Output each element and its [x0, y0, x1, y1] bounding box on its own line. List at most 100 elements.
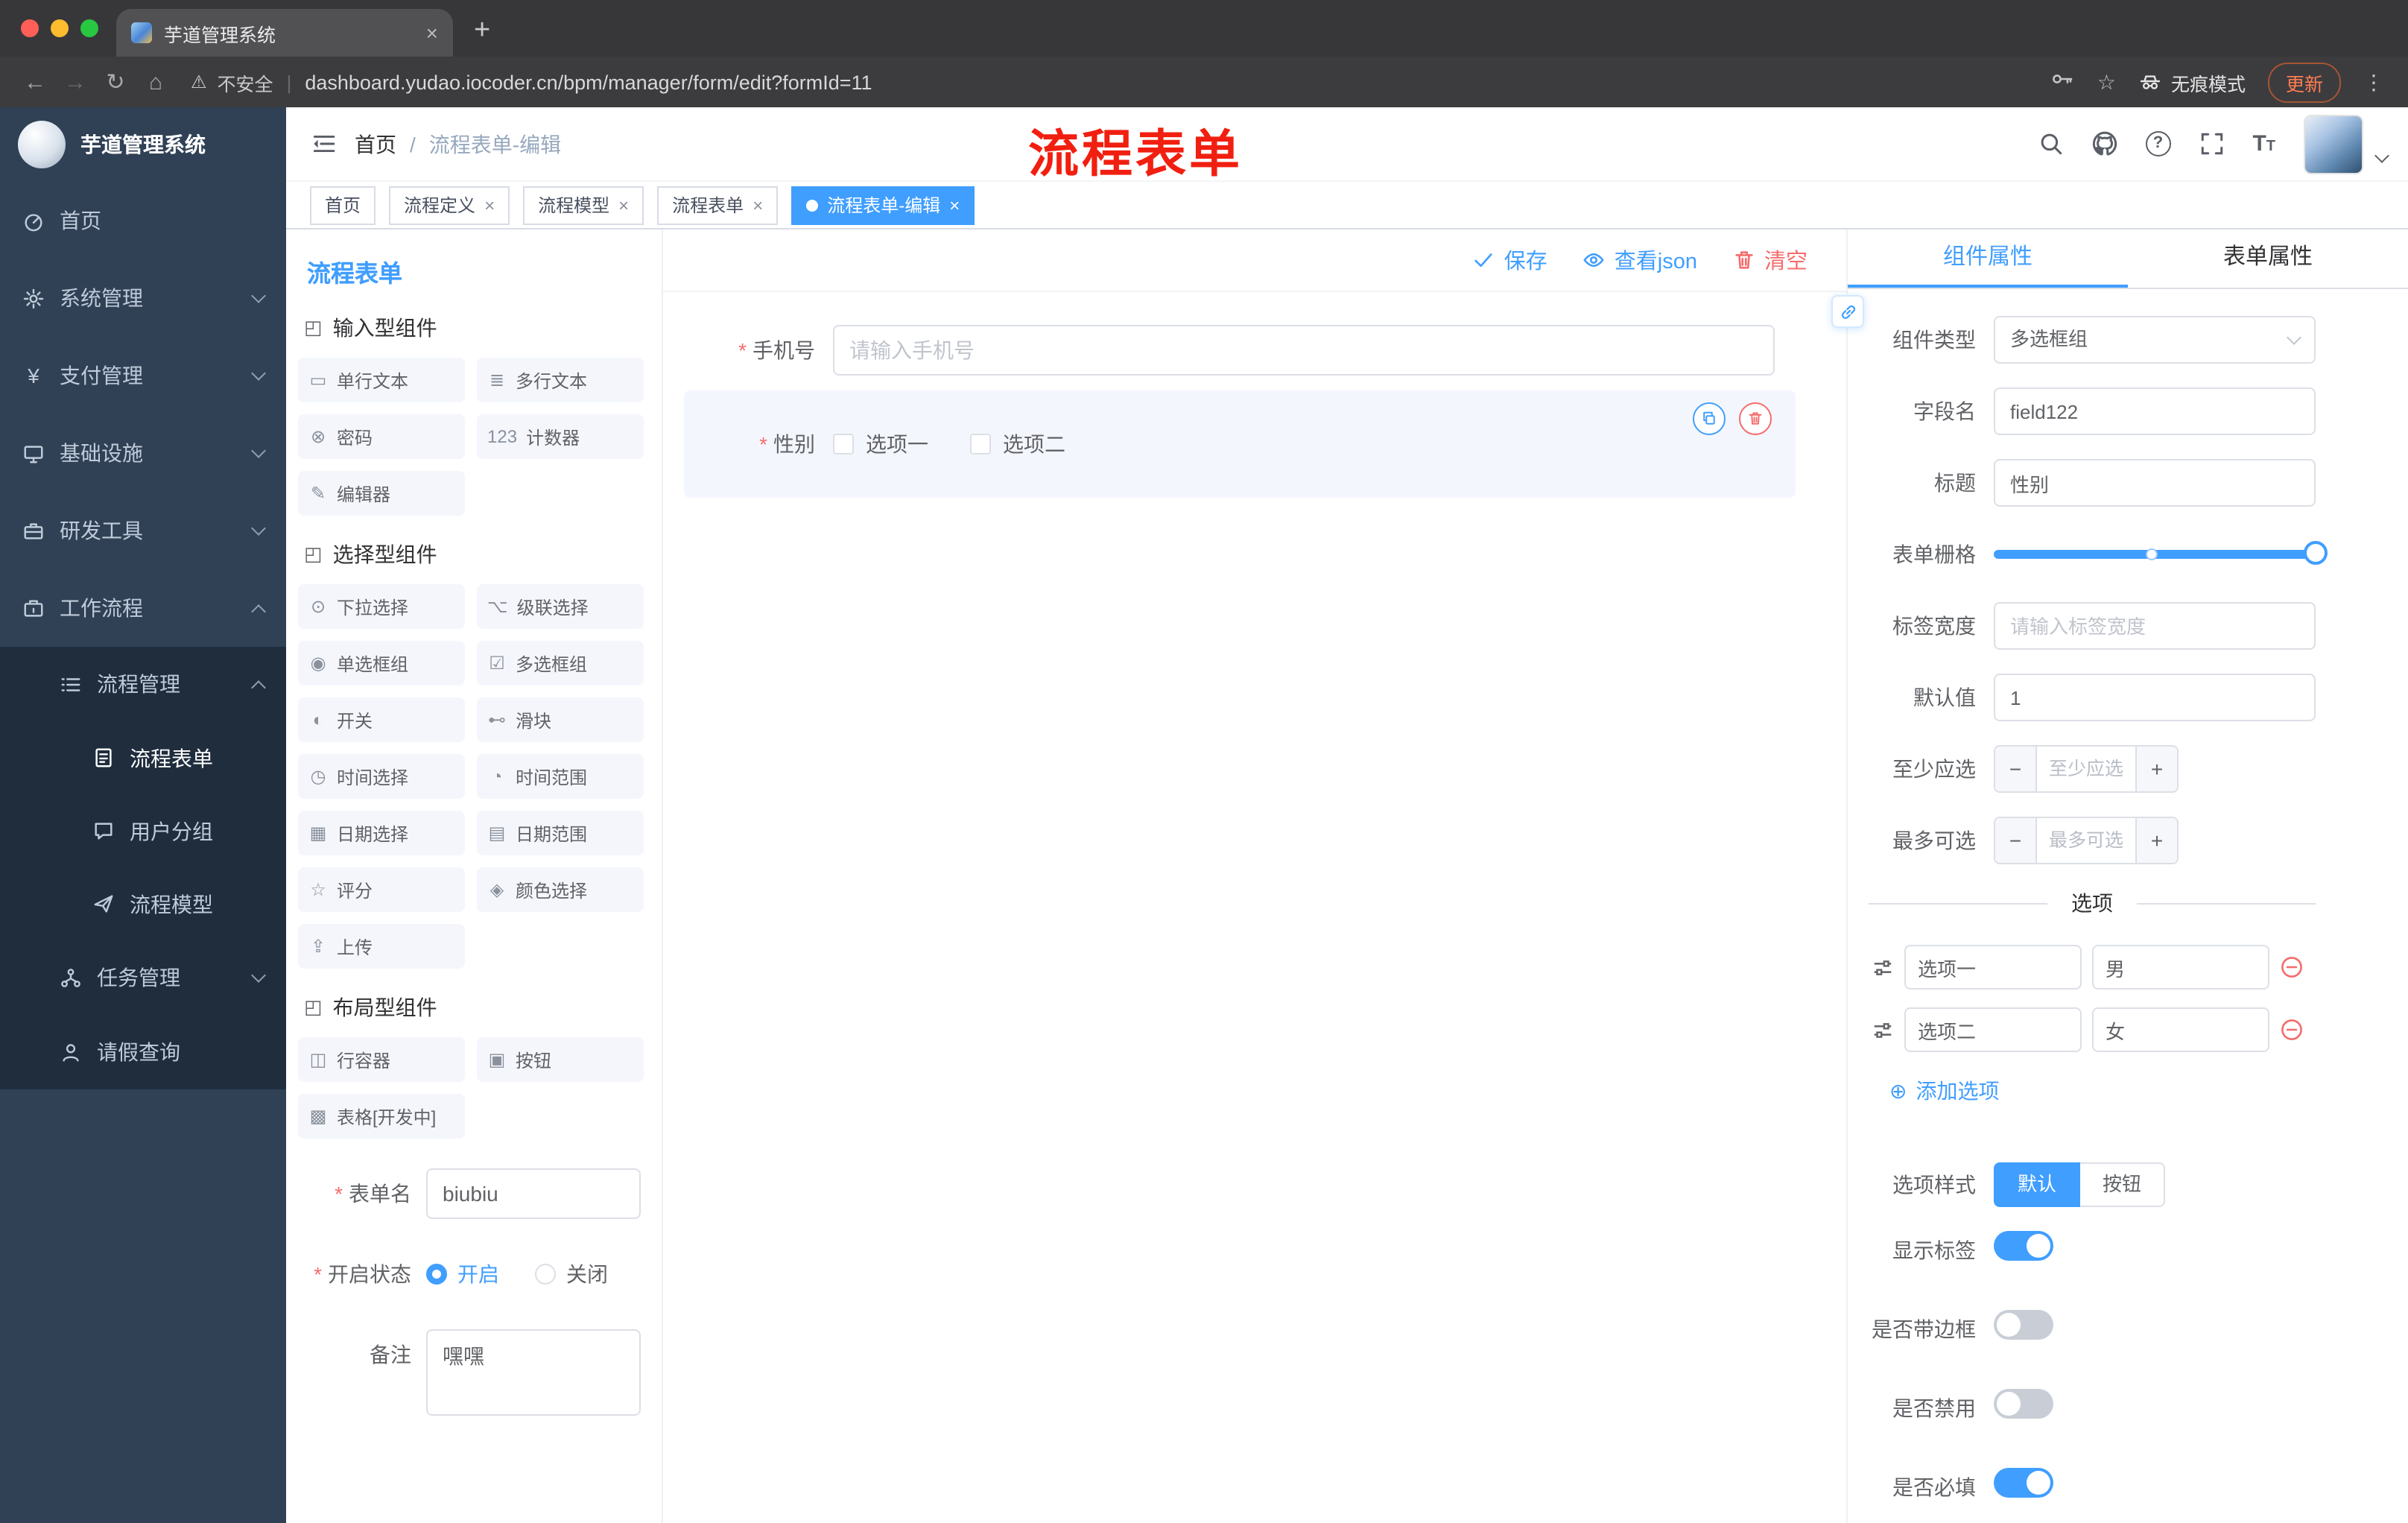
new-tab-button[interactable]: + [474, 15, 490, 48]
plus-button[interactable]: + [2135, 818, 2177, 863]
component-type-select[interactable]: 多选框组 [1994, 316, 2316, 364]
option-value-input[interactable] [2092, 945, 2269, 990]
browser-tab[interactable]: 芋道管理系统 × [116, 9, 453, 57]
browser-menu-icon[interactable]: ⋮ [2363, 69, 2384, 95]
delete-field-button[interactable] [1739, 402, 1772, 435]
status-radio-off[interactable]: 关闭 [535, 1249, 608, 1299]
status-radio-on[interactable]: 开启 [426, 1249, 499, 1299]
sidebar-item-process-manage[interactable]: 流程管理 [0, 647, 286, 721]
required-switch[interactable] [1994, 1468, 2053, 1498]
url-bar[interactable]: ⚠ 不安全 | dashboard.yudao.iocoder.cn/bpm/m… [191, 68, 2051, 96]
component-item-editor[interactable]: ✎ 编辑器 [298, 471, 465, 516]
forward-button[interactable]: → [55, 69, 95, 95]
component-item-counter[interactable]: 123 计数器 [477, 414, 644, 459]
password-key-icon[interactable] [2051, 66, 2075, 98]
tag-close-icon[interactable]: × [484, 194, 495, 215]
minus-button[interactable]: − [1995, 818, 2037, 863]
option-label-input[interactable] [1904, 1007, 2082, 1052]
github-icon[interactable] [2091, 131, 2117, 156]
component-item-switch[interactable]: ◐ 开关 [298, 697, 465, 742]
window-minimize-button[interactable] [51, 19, 69, 37]
clear-button[interactable]: 清空 [1733, 244, 1807, 276]
security-label[interactable]: 不安全 [218, 68, 273, 96]
component-item-radio-group[interactable]: ◉ 单选框组 [298, 641, 465, 685]
gender-option-1[interactable]: 选项一 [833, 429, 928, 459]
back-button[interactable]: ← [15, 69, 55, 95]
tab-close-icon[interactable]: × [426, 21, 438, 45]
user-avatar[interactable] [2304, 114, 2363, 174]
help-icon[interactable]: ? [2145, 131, 2171, 156]
sidebar-item-payment[interactable]: ¥ 支付管理 [0, 337, 286, 414]
show-label-switch[interactable] [1994, 1231, 2053, 1261]
component-item-time-range[interactable]: ◔ 时间范围 [477, 754, 644, 799]
component-item-password[interactable]: ⊗ 密码 [298, 414, 465, 459]
option-label-input[interactable] [1904, 945, 2082, 990]
drag-handle-icon[interactable] [1872, 956, 1894, 978]
fullscreen-icon[interactable] [2199, 131, 2224, 156]
form-name-input[interactable] [426, 1168, 641, 1219]
component-item-color-picker[interactable]: ◈ 颜色选择 [477, 867, 644, 912]
option-value-input[interactable] [2092, 1007, 2269, 1052]
sidebar-item-system[interactable]: 系统管理 [0, 259, 286, 337]
add-option-button[interactable]: ⊕ 添加选项 [1889, 1076, 1999, 1106]
window-close-button[interactable] [21, 19, 39, 37]
component-item-date-range[interactable]: ▤ 日期范围 [477, 811, 644, 855]
tag-process-definition[interactable]: 流程定义 × [389, 186, 510, 224]
search-icon[interactable] [2038, 131, 2063, 156]
component-item-multi-text[interactable]: ≣ 多行文本 [477, 358, 644, 402]
breadcrumb-home[interactable]: 首页 [355, 129, 396, 159]
remove-option-icon[interactable] [2280, 955, 2304, 979]
sidebar-item-infrastructure[interactable]: 基础设施 [0, 414, 286, 492]
checkbox-icon[interactable] [833, 434, 854, 455]
component-item-row-container[interactable]: ◫ 行容器 [298, 1037, 465, 1082]
field-name-input[interactable] [1994, 387, 2316, 435]
sidebar-item-process-model[interactable]: 流程模型 [0, 867, 286, 940]
tab-form-props[interactable]: 表单属性 [2128, 229, 2408, 288]
drag-handle-icon[interactable] [1872, 1019, 1894, 1041]
component-item-date-picker[interactable]: ▦ 日期选择 [298, 811, 465, 855]
sidebar-item-leave-query[interactable]: 请假查询 [0, 1015, 286, 1089]
style-default-button[interactable]: 默认 [1994, 1162, 2081, 1207]
sidebar-logo[interactable]: 芋道管理系统 [0, 107, 286, 182]
sidebar-item-process-form[interactable]: 流程表单 [0, 721, 286, 794]
sidebar-item-user-group[interactable]: 用户分组 [0, 794, 286, 867]
window-zoom-button[interactable] [80, 19, 98, 37]
title-input[interactable] [1994, 459, 2316, 507]
font-size-icon[interactable]: TT [2252, 131, 2275, 156]
sidebar-item-task-manage[interactable]: 任务管理 [0, 940, 286, 1015]
component-item-single-text[interactable]: ▭ 单行文本 [298, 358, 465, 402]
tag-process-model[interactable]: 流程模型 × [523, 186, 644, 224]
component-item-time-picker[interactable]: ◷ 时间选择 [298, 754, 465, 799]
sidebar-item-home[interactable]: 首页 [0, 182, 286, 259]
slider-handle[interactable] [2304, 541, 2328, 565]
gender-option-2[interactable]: 选项二 [970, 429, 1065, 459]
link-icon[interactable] [1831, 295, 1864, 328]
canvas-field-phone[interactable]: 手机号 [684, 325, 1796, 376]
form-canvas[interactable]: 手机号 [663, 292, 1846, 1523]
tab-component-props[interactable]: 组件属性 [1848, 229, 2128, 288]
label-width-input[interactable] [1994, 602, 2316, 650]
tag-process-form[interactable]: 流程表单 × [657, 186, 779, 224]
tag-close-icon[interactable]: × [618, 194, 629, 215]
component-item-upload[interactable]: ⇪ 上传 [298, 924, 465, 969]
tag-close-icon[interactable]: × [949, 194, 960, 215]
component-item-checkbox-group[interactable]: ☑ 多选框组 [477, 641, 644, 685]
component-item-slider[interactable]: ⊷ 滑块 [477, 697, 644, 742]
default-value-input[interactable] [1994, 674, 2316, 721]
bookmark-star-icon[interactable]: ☆ [2097, 69, 2116, 95]
component-item-button[interactable]: ▣ 按钮 [477, 1037, 644, 1082]
component-item-table[interactable]: ▩ 表格[开发中] [298, 1094, 465, 1139]
checkbox-icon[interactable] [970, 434, 991, 455]
browser-update-button[interactable]: 更新 [2267, 62, 2341, 102]
component-item-cascader[interactable]: ⌥ 级联选择 [477, 584, 644, 629]
save-button[interactable]: 保存 [1473, 244, 1547, 276]
grid-slider[interactable] [1994, 531, 2328, 578]
form-remark-textarea[interactable]: 嘿嘿 [426, 1329, 641, 1416]
plus-button[interactable]: + [2135, 747, 2177, 791]
min-select-input[interactable] [2037, 747, 2135, 791]
disabled-switch[interactable] [1994, 1389, 2053, 1419]
tag-home[interactable]: 首页 [310, 186, 376, 224]
minus-button[interactable]: − [1995, 747, 2037, 791]
border-switch[interactable] [1994, 1310, 2053, 1340]
sidebar-fold-icon[interactable] [310, 131, 335, 156]
